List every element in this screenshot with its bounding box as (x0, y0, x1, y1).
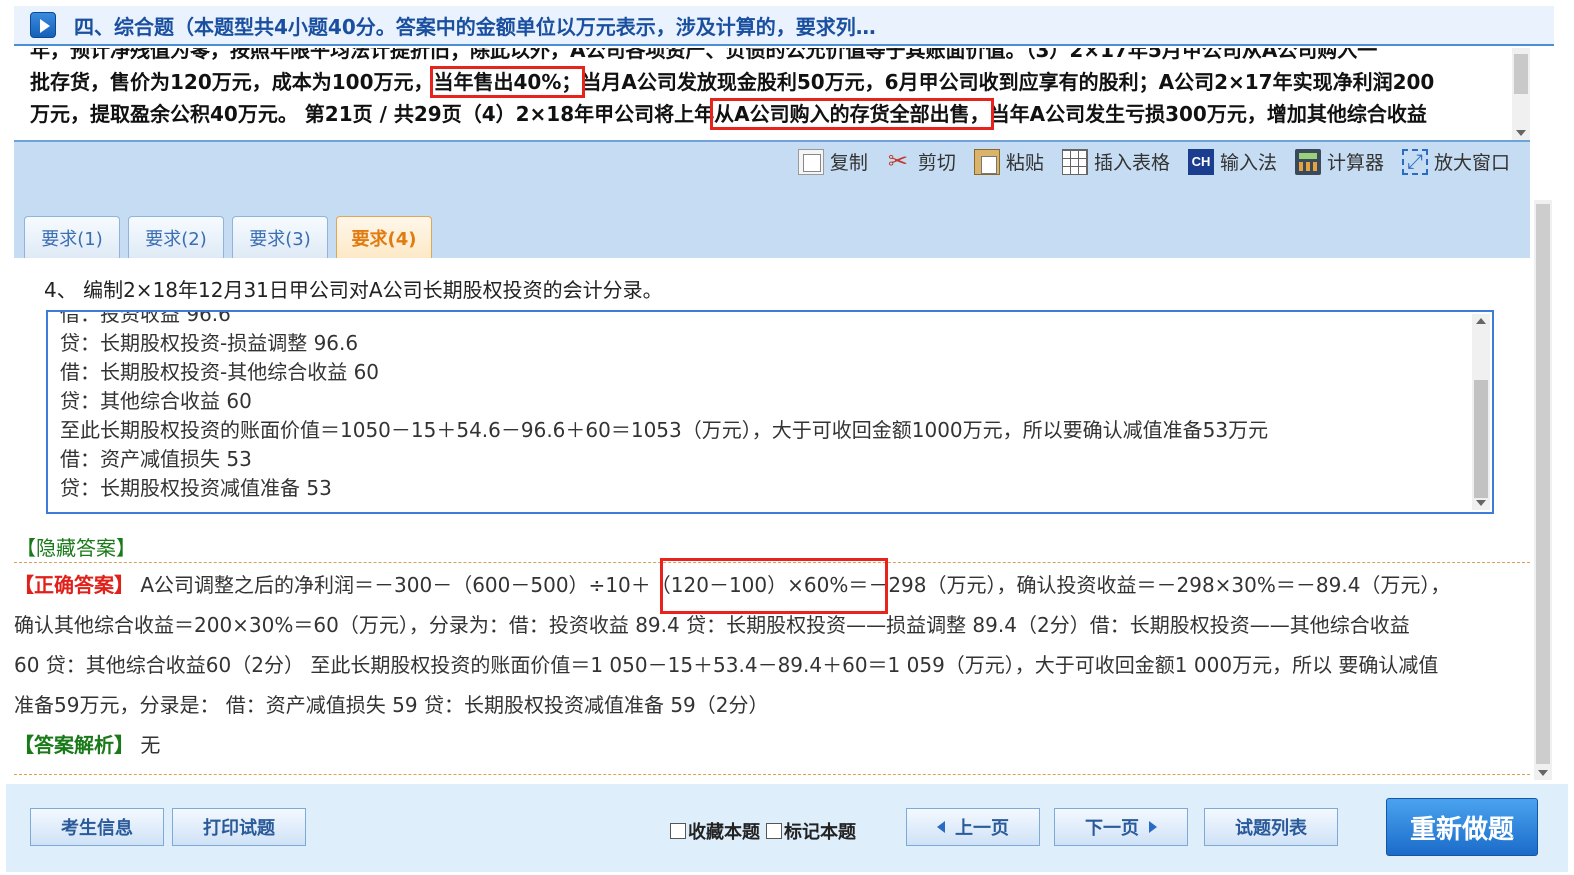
question-line: 批存货，售价为120万元，成本为100万元，当年售出40%；当月A公司发放现金股… (14, 66, 1530, 98)
scroll-down-arrow[interactable] (1538, 770, 1548, 776)
divider (14, 774, 1530, 775)
tab-requirement-3[interactable]: 要求(3) (232, 216, 328, 258)
favorite-checkbox[interactable]: 收藏本题 (670, 818, 760, 844)
footer-bar: 考生信息 打印试题 收藏本题 标记本题 上一页 下一页 试题列表 重新做题 (6, 784, 1568, 872)
maximize-icon (1401, 148, 1428, 175)
scroll-up-arrow[interactable] (1476, 318, 1486, 324)
tab-requirement-2[interactable]: 要求(2) (128, 216, 224, 258)
requirement-question: 4、 编制2×18年12月31日甲公司对A公司长期股权投资的会计分录。 (44, 278, 663, 302)
insert-table-label: 插入表格 (1093, 152, 1170, 174)
tab-requirement-1[interactable]: 要求(1) (24, 216, 120, 258)
calculator-icon (1294, 148, 1321, 175)
question-text: 批存货，售价为120万元，成本为100万元， (30, 70, 434, 94)
main-scrollbar[interactable] (1534, 200, 1552, 780)
answer-textarea[interactable]: 借：投资收益 96.6 贷：长期股权投资-损益调整 96.6 借：长期股权投资-… (46, 310, 1494, 514)
answer-line: 贷：长期股权投资-损益调整 96.6 (60, 331, 359, 355)
correct-answer-label: 【正确答案】 (14, 573, 134, 597)
answer-text: 借：投资收益 96.6 贷：长期股权投资-损益调整 96.6 借：长期股权投资-… (60, 310, 1269, 503)
answer-line: 借：投资收益 96.6 (60, 310, 231, 326)
cut-label: 剪切 (917, 152, 956, 174)
highlighted-text: 从A公司购入的存货全部出售， (710, 98, 994, 130)
checkbox-box[interactable] (766, 823, 782, 839)
copy-label: 复制 (829, 152, 868, 174)
insert-table-button[interactable]: 插入表格 (1061, 148, 1170, 175)
question-section-title: 四、综合题（本题型共4小题40分。答案中的金额单位以万元表示，涉及计算的，要求列… (74, 14, 876, 39)
cut-button[interactable]: 剪切 (886, 147, 956, 175)
question-line: 万元，提取盈余公积40万元。 第21页 / 共29页（4）2×18年甲公司将上年… (14, 98, 1530, 130)
scroll-down-arrow[interactable] (1476, 500, 1486, 506)
analysis-label: 【答案解析】 (14, 733, 134, 757)
scrollbar-thumb[interactable] (1474, 380, 1488, 498)
clipboard-icon (973, 148, 1000, 175)
question-text: 当年A公司发生亏损300万元，增加其他综合收益 (989, 102, 1427, 126)
correct-answer-line: 准备59万元，分录是： 借：资产减值损失 59 贷：长期股权投资减值准备 59（… (14, 693, 769, 717)
candidate-info-button[interactable]: 考生信息 (30, 808, 164, 846)
checkbox-box[interactable] (670, 823, 686, 839)
correct-answer-line: 60 贷：其他综合收益60（2分） 至此长期股权投资的账面价值＝1 050－15… (14, 653, 1439, 677)
print-question-button[interactable]: 打印试题 (172, 808, 306, 846)
chevron-left-icon (937, 821, 945, 833)
answer-scrollbar[interactable] (1472, 314, 1490, 510)
table-icon (1061, 148, 1088, 175)
paste-button[interactable]: 粘贴 (973, 148, 1044, 175)
calculator-button[interactable]: 计算器 (1294, 148, 1384, 175)
question-text: 当月A公司发放现金股利50万元，6月甲公司收到应享有的股利；A公司2×17年实现… (581, 70, 1435, 94)
tab-requirement-4[interactable]: 要求(4) (336, 216, 432, 258)
highlighted-text: 当年售出40%； (429, 66, 586, 98)
prev-label: 上一页 (955, 818, 1009, 839)
scissors-icon (886, 147, 912, 175)
hidden-answer-label[interactable]: 【隐藏答案】 (16, 532, 136, 561)
mark-label: 标记本题 (784, 822, 856, 843)
title-bar: 四、综合题（本题型共4小题40分。答案中的金额单位以万元表示，涉及计算的，要求列… (14, 6, 1554, 46)
scrollbar-thumb[interactable] (1536, 204, 1550, 764)
mark-checkbox[interactable]: 标记本题 (766, 818, 856, 844)
requirement-tabs: 要求(1) 要求(2) 要求(3) 要求(4) (14, 198, 1530, 258)
analysis-line: 【答案解析】 无 (14, 725, 1530, 765)
scrollbar-thumb[interactable] (1514, 54, 1528, 94)
prev-page-button[interactable]: 上一页 (906, 808, 1040, 846)
scroll-down-arrow[interactable] (1516, 130, 1526, 136)
favorite-label: 收藏本题 (688, 822, 760, 843)
editor-toolbar: 复制 剪切 粘贴 插入表格 CH输入法 计算器 放大窗口 (14, 140, 1530, 198)
answer-line: 至此长期股权投资的账面价值＝1050－15＋54.6－96.6＋60＝1053（… (60, 418, 1269, 442)
highlight-box (660, 558, 888, 614)
ime-button[interactable]: CH 输入法 (1187, 148, 1277, 175)
analysis-text: 无 (134, 733, 161, 757)
copy-icon (797, 148, 824, 175)
answer-line: 借：长期股权投资-其他综合收益 60 (60, 360, 380, 384)
next-page-button[interactable]: 下一页 (1054, 808, 1188, 846)
question-text-area: 年，预计净残值为零，按照年限平均法计提折旧；除此以外，A公司各项资产、负债的公允… (14, 48, 1530, 140)
maximize-label: 放大窗口 (1433, 152, 1510, 174)
redo-question-button[interactable]: 重新做题 (1386, 798, 1538, 856)
question-line: 年，预计净残值为零，按照年限平均法计提折旧；除此以外，A公司各项资产、负债的公允… (30, 48, 1378, 62)
question-list-button[interactable]: 试题列表 (1204, 808, 1338, 846)
answer-line: 贷：长期股权投资减值准备 53 (60, 476, 332, 500)
ime-label: 输入法 (1219, 152, 1277, 174)
calculator-label: 计算器 (1326, 152, 1384, 174)
question-scrollbar[interactable] (1512, 48, 1530, 140)
answer-line: 借：资产减值损失 53 (60, 447, 252, 471)
ime-icon: CH (1187, 148, 1214, 175)
question-text: 万元，提取盈余公积40万元。 第21页 / 共29页（4）2×18年甲公司将上年 (30, 102, 715, 126)
next-label: 下一页 (1085, 818, 1139, 839)
play-icon[interactable] (30, 12, 56, 38)
copy-button[interactable]: 复制 (797, 148, 868, 175)
maximize-window-button[interactable]: 放大窗口 (1401, 148, 1510, 175)
paste-label: 粘贴 (1005, 152, 1044, 174)
chevron-right-icon (1149, 821, 1157, 833)
answer-line: 贷：其他综合收益 60 (60, 389, 252, 413)
